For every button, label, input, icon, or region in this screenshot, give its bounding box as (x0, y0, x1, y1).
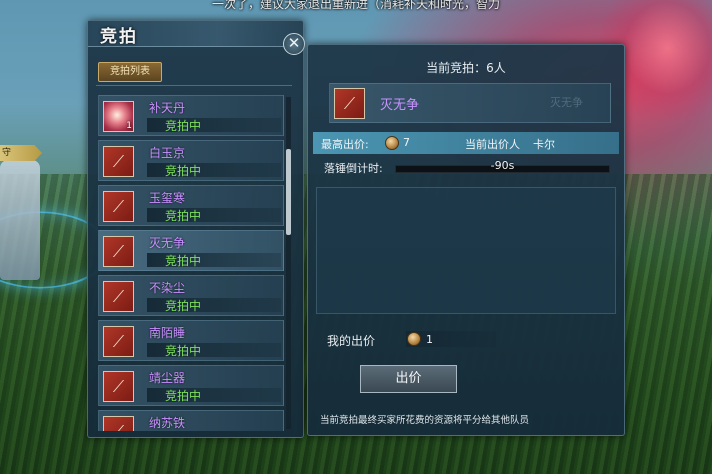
weapon-icon: ⟋ (334, 88, 365, 119)
divider (96, 85, 292, 86)
item-name: 纳苏铁 (149, 416, 186, 430)
current-item-card: ⟋ 灭无争 灭无争 (329, 83, 611, 123)
item-count: 1 (126, 121, 132, 131)
list-item[interactable]: ⟋ 不染尘 竞拍中 (98, 275, 284, 316)
tab-auction-list[interactable]: 竞拍列表 (98, 62, 162, 82)
coin-icon (385, 136, 399, 150)
item-name: 南陌睡 (149, 326, 186, 340)
current-bidder-label: 当前出价人 (465, 138, 520, 151)
player-character (0, 160, 40, 280)
item-status: 竞拍中 (165, 164, 202, 178)
list-item[interactable]: ⟋ 南陌睡 竞拍中 (98, 320, 284, 361)
place-bid-button[interactable]: 出价 (360, 365, 457, 393)
item-description-box (316, 187, 616, 314)
item-name: 白玉京 (149, 146, 186, 160)
scroll-thumb[interactable] (286, 149, 291, 235)
weapon-icon: ⟋ (103, 416, 134, 431)
current-item-name: 灭无争 (380, 98, 420, 113)
weapon-icon: ⟋ (103, 236, 134, 267)
system-banner: 一次了，建议大家退出重新进（消耗补天和时光，智力 (211, 0, 500, 11)
item-name: 靖尘器 (149, 371, 186, 385)
bidder-count: 当前竞拍：6人 (426, 61, 506, 75)
list-item[interactable]: 1 补天丹 竞拍中 (98, 95, 284, 136)
weapon-icon: ⟋ (103, 146, 134, 177)
list-item[interactable]: ⟋ 灭无争 竞拍中 (98, 230, 284, 271)
item-status: 竞拍中 (165, 209, 202, 223)
pill-icon: 1 (103, 101, 134, 132)
auction-note: 当前竞拍最终买家所花费的资源将平分给其他队员 (320, 415, 530, 426)
faded-item-label: 灭无争 (550, 96, 583, 109)
item-name: 不染尘 (149, 281, 186, 295)
countdown-label: 落锤倒计时: (324, 162, 383, 175)
weapon-icon: ⟋ (103, 191, 134, 222)
auction-list-panel: 竞拍 竞拍列表 1 补天丹 竞拍中 ⟋ 白玉京 竞拍中 ⟋ 玉玺寒 竞拍中 ⟋ … (87, 20, 304, 438)
item-status: 竞拍中 (165, 254, 202, 268)
window-title-bar: 竞拍 (88, 21, 303, 47)
list-item[interactable]: ⟋ 玉玺寒 竞拍中 (98, 185, 284, 226)
item-name: 灭无争 (149, 236, 186, 250)
highest-bid-row: 最高出价: 7 当前出价人 卡尔 (313, 132, 619, 154)
npc-name-tag: 守 (0, 145, 42, 161)
list-item[interactable]: ⟋ 靖尘器 竞拍中 (98, 365, 284, 406)
current-bidder-name: 卡尔 (533, 138, 555, 151)
list-item[interactable]: ⟋ 纳苏铁 (98, 410, 284, 431)
window-title: 竞拍 (100, 27, 138, 47)
weapon-icon: ⟋ (103, 281, 134, 312)
weapon-icon: ⟋ (103, 326, 134, 357)
countdown-value: -90s (490, 159, 515, 172)
my-bid-label: 我的出价 (327, 334, 376, 348)
highest-bid-label: 最高出价: (321, 138, 369, 151)
auction-detail-panel: 当前竞拍：6人 ⟋ 灭无争 灭无争 最高出价: 7 当前出价人 卡尔 落锤倒计时… (307, 44, 625, 436)
weapon-icon: ⟋ (103, 371, 134, 402)
list-scrollbar[interactable] (286, 97, 291, 429)
item-status: 竞拍中 (165, 299, 202, 313)
item-name: 补天丹 (149, 101, 186, 115)
bid-amount-input[interactable] (426, 332, 486, 346)
auction-item-list: 1 补天丹 竞拍中 ⟋ 白玉京 竞拍中 ⟋ 玉玺寒 竞拍中 ⟋ 灭无争 竞拍中 … (98, 95, 284, 431)
item-status: 竞拍中 (165, 344, 202, 358)
coin-icon (407, 332, 421, 346)
item-status: 竞拍中 (165, 389, 202, 403)
item-status: 竞拍中 (165, 119, 202, 133)
highest-bid-value: 7 (403, 136, 410, 149)
close-button[interactable]: ✕ (283, 33, 305, 55)
list-item[interactable]: ⟋ 白玉京 竞拍中 (98, 140, 284, 181)
item-name: 玉玺寒 (149, 191, 186, 205)
